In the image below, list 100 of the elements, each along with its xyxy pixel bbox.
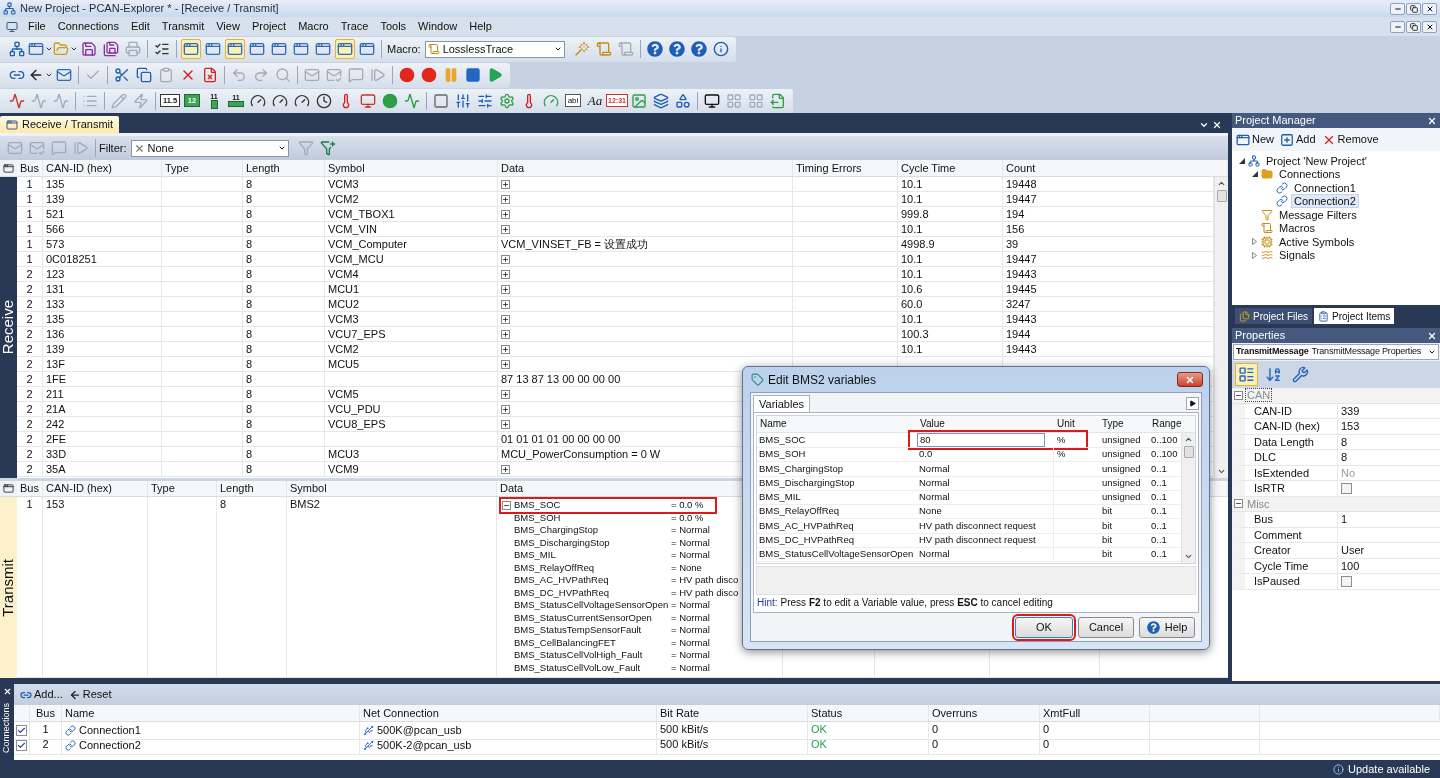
record-icon[interactable]	[399, 67, 415, 83]
funnel-plus-icon[interactable]	[319, 140, 336, 156]
horizontal-slider-icon[interactable]	[477, 92, 493, 109]
clock-icon[interactable]	[316, 92, 332, 109]
window-icon[interactable]	[225, 39, 245, 59]
plus-box-icon[interactable]	[501, 254, 510, 264]
tree-item[interactable]: Connections	[1276, 167, 1344, 182]
document-tab[interactable]: Receive / Transmit	[0, 116, 120, 133]
caret-icon[interactable]	[70, 45, 78, 53]
toolbar-button[interactable]: Reset	[68, 686, 112, 703]
column-header[interactable]: Status	[808, 705, 929, 721]
column-header[interactable]: Type	[162, 160, 243, 176]
caret-right-icon[interactable]	[1252, 238, 1257, 246]
column-header[interactable]: Unit	[1054, 416, 1099, 432]
checkbox[interactable]	[1341, 575, 1352, 587]
tree-item[interactable]: Macros	[1276, 221, 1319, 236]
tree-item[interactable]: Message Filters	[1276, 207, 1360, 222]
window-icon[interactable]	[271, 41, 287, 57]
column-header[interactable]: Symbol	[287, 481, 497, 496]
menu-item[interactable]: File	[22, 18, 52, 35]
checkbox[interactable]	[16, 724, 27, 736]
object-selector[interactable]: TransmitMessage TransmitMessage Properties	[1233, 344, 1439, 360]
minus-box-icon[interactable]	[1234, 390, 1243, 400]
column-header[interactable]: Net Connection	[360, 705, 657, 721]
dialog-button[interactable]: Cancel	[1078, 616, 1134, 638]
toolbar-button[interactable]: Add...	[20, 686, 63, 703]
menu-item[interactable]: Tools	[374, 18, 413, 35]
column-header[interactable]: Data	[498, 160, 793, 176]
dialog-button[interactable]: OK	[1015, 616, 1073, 638]
checkbox[interactable]	[16, 739, 27, 751]
caret-icon[interactable]	[277, 144, 286, 152]
file-delete-icon[interactable]	[202, 67, 218, 83]
window-icon[interactable]	[315, 41, 331, 57]
column-header[interactable]: XmtFull	[1040, 705, 1150, 721]
rectangle-icon[interactable]	[433, 92, 449, 109]
menu-item[interactable]: Trace	[334, 18, 375, 35]
side-tab[interactable]: Transmit	[0, 497, 17, 678]
plus-box-icon[interactable]	[501, 224, 510, 234]
caret-down-icon[interactable]	[1238, 157, 1245, 164]
window-icon[interactable]	[359, 41, 375, 57]
column-header[interactable]: Timing Errors	[793, 160, 898, 176]
close-icon[interactable]	[1427, 115, 1437, 126]
toolbar-button[interactable]: Add	[1280, 131, 1316, 148]
scrollbar-thumb[interactable]	[1216, 190, 1227, 202]
plus-box-icon[interactable]	[501, 194, 510, 204]
dialog-button[interactable]: Help	[1139, 616, 1195, 638]
scrollbar[interactable]	[1181, 433, 1195, 563]
gauge-icon[interactable]	[250, 92, 266, 109]
dialog-tab[interactable]: Variables	[753, 395, 811, 412]
value-input[interactable]: 80	[917, 433, 1045, 447]
menu-item[interactable]: Edit	[124, 18, 156, 35]
close-button[interactable]	[1422, 20, 1437, 33]
panel-tab[interactable]: Project Items	[1314, 308, 1395, 324]
monitor-icon[interactable]	[704, 92, 720, 109]
close-button[interactable]	[1422, 2, 1437, 15]
caret-icon[interactable]	[553, 45, 562, 53]
plus-box-icon[interactable]	[501, 359, 510, 369]
column-header[interactable]: Type	[1099, 416, 1149, 432]
menu-item[interactable]: Transmit	[155, 18, 211, 35]
close-button[interactable]	[1177, 372, 1203, 387]
plus-box-icon[interactable]	[501, 404, 510, 414]
scroll-down-icon[interactable]	[1184, 552, 1193, 561]
checklist-icon[interactable]	[154, 41, 170, 57]
menu-item[interactable]: Project	[245, 18, 293, 35]
window-icon[interactable]	[293, 41, 309, 57]
column-header[interactable]: Symbol	[325, 160, 498, 176]
record-icon[interactable]	[421, 67, 437, 83]
text-box-icon[interactable]: abl	[564, 94, 582, 107]
close-icon[interactable]	[1212, 120, 1222, 130]
shapes-icon[interactable]	[675, 92, 691, 109]
window-icon[interactable]	[205, 41, 221, 57]
plus-box-icon[interactable]	[501, 314, 510, 324]
caret-down-icon[interactable]	[1251, 171, 1258, 178]
vertical-slider-icon[interactable]	[455, 92, 471, 109]
tree-item[interactable]: Project 'New Project'	[1263, 153, 1370, 168]
checkbox[interactable]	[1341, 482, 1352, 494]
gear-icon[interactable]	[499, 92, 515, 109]
wand-icon[interactable]	[573, 41, 590, 57]
minus-box-icon[interactable]	[502, 500, 511, 510]
column-header[interactable]: Bus	[17, 481, 43, 496]
tree-item[interactable]: Active Symbols	[1276, 234, 1358, 249]
menu-item[interactable]: Connections	[51, 18, 125, 35]
pulse-line-icon[interactable]	[9, 92, 25, 109]
plus-box-icon[interactable]	[501, 269, 510, 279]
font-icon[interactable]: Aa	[587, 94, 603, 107]
toolbar-button[interactable]: Remove	[1321, 131, 1379, 148]
column-header[interactable]: Name	[757, 416, 917, 432]
menu-item[interactable]: Window	[412, 18, 464, 35]
scroll-up-icon[interactable]	[1184, 435, 1193, 444]
column-header[interactable]: Bus	[17, 160, 43, 176]
plus-box-icon[interactable]	[501, 179, 510, 189]
floppy-disks-icon[interactable]	[103, 41, 119, 57]
tab-scroll-button[interactable]	[1186, 397, 1199, 410]
column-header[interactable]: CAN-ID (hex)	[43, 481, 148, 496]
plus-box-icon[interactable]	[501, 209, 510, 219]
envelope-icon[interactable]	[56, 67, 72, 83]
minus-box-icon[interactable]	[1234, 499, 1243, 509]
caret-right-icon[interactable]	[1252, 251, 1257, 259]
plus-box-icon[interactable]	[501, 284, 510, 294]
scroll-icon[interactable]	[595, 41, 612, 57]
